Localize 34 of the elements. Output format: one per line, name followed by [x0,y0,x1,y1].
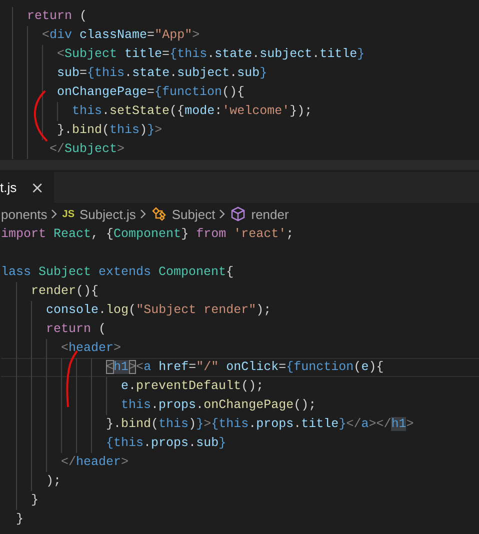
code-line: <div className="App"> [42,27,200,44]
breadcrumb-item[interactable]: Subject [172,206,216,222]
code-line: this.setState({mode:'welcome'}); [72,103,312,120]
file-type-label: JS [62,208,74,220]
code-line: } [16,511,24,528]
code-line: console.log("Subject render"); [46,302,272,319]
code-line: } [31,492,39,509]
code-line: <header> [61,340,122,357]
code-line: onChangePage={function(){ [57,84,245,101]
chevron-icon [140,209,147,219]
code-line: </Subject> [50,141,125,158]
code-line: return ( [27,8,88,25]
breadcrumb-item[interactable]: render [251,206,289,222]
cube-icon [230,206,246,222]
code-line: e.preventDefault(); [121,378,264,395]
code-line: </header> [61,454,129,471]
editor-tab[interactable]: t.js × [0,172,54,203]
code-line: sub={this.state.subject.sub} [57,65,268,82]
breadcrumb-item[interactable]: ponents [1,206,48,222]
code-line: {this.props.sub} [106,435,226,452]
code-line: }.bind(this)}>{this.props.title}</a></h1> [106,416,414,433]
code-line: this.props.onChangePage(); [121,397,316,414]
code-line: lass Subject extends Component{ [1,264,234,281]
code-line: <Subject title={this.state.subject.title} [57,46,365,63]
class-icon [150,207,167,221]
code-line: ); [46,473,62,490]
code-line: render(){ [31,283,99,300]
code-line: }.bind(this)}> [57,122,162,139]
breadcrumb-item[interactable]: Subject.js [80,206,136,222]
chevron-icon [219,209,226,219]
chevron-icon [51,209,58,219]
code-line: import React, {Component} from 'react'; [1,226,294,243]
code-line: return ( [46,321,106,338]
close-icon[interactable]: × [30,178,44,197]
